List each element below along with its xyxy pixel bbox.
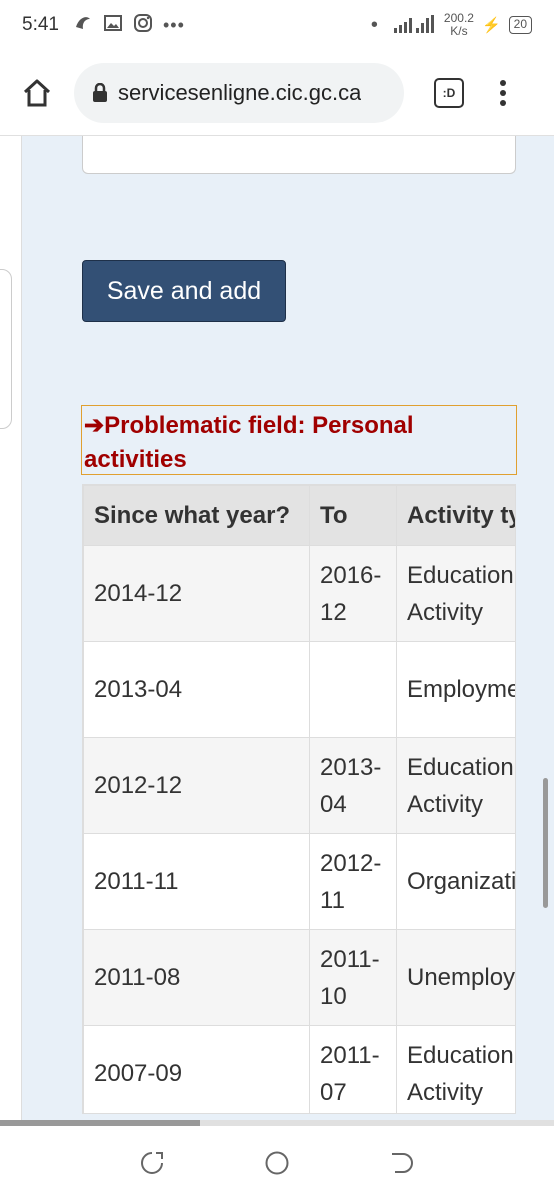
more-vert-icon[interactable] xyxy=(500,79,506,106)
notification-icons: ••• xyxy=(73,13,185,38)
table-row[interactable]: 2013-04 Employment xyxy=(83,641,515,738)
cell-activity: Education Activity xyxy=(396,545,515,642)
recents-icon xyxy=(141,1152,164,1174)
table-row[interactable]: 2014-12 2016-12 Education Activity xyxy=(83,545,515,642)
cell-activity: Unemployed xyxy=(396,929,515,1026)
nav-home-icon xyxy=(265,1151,289,1175)
status-bar: 5:41 ••• • 200.2 K/s ⚡ 20 xyxy=(0,0,554,50)
gallery-icon xyxy=(103,13,123,38)
battery-level: 20 xyxy=(508,16,532,34)
status-right: • 200.2 K/s ⚡ 20 xyxy=(371,12,532,38)
table-row[interactable]: 2011-08 2011-10 Unemployed xyxy=(83,929,515,1026)
header-since[interactable]: Since what year? xyxy=(83,485,310,546)
nav-home-button[interactable] xyxy=(262,1148,292,1178)
vertical-scrollbar[interactable] xyxy=(543,778,548,908)
cell-to xyxy=(309,641,397,738)
cell-activity: Education Activity xyxy=(396,737,515,834)
cell-since: 2013-04 xyxy=(83,641,310,738)
table-row[interactable]: 2012-12 2013-04 Education Activity xyxy=(83,737,515,834)
back-button[interactable] xyxy=(387,1148,417,1178)
cell-to: 2011-10 xyxy=(309,929,397,1026)
error-message: ➔Problematic field: Personal activities xyxy=(84,409,516,477)
activities-table-grid: Since what year? To Activity type 2014-1… xyxy=(83,485,515,1113)
dot-indicator: • xyxy=(370,13,378,36)
save-and-add-button[interactable]: Save and add xyxy=(82,260,286,322)
instagram-icon xyxy=(133,13,153,38)
cell-activity: Organization xyxy=(396,833,515,930)
cell-since: 2011-08 xyxy=(83,929,310,1026)
cell-to: 2016-12 xyxy=(309,545,397,642)
table-header-row: Since what year? To Activity type xyxy=(83,485,515,546)
messenger-icon xyxy=(73,13,93,38)
header-to[interactable]: To xyxy=(309,485,397,546)
cell-to: 2012-11 xyxy=(309,833,397,930)
table-row[interactable]: 2011-11 2012-11 Organization xyxy=(83,833,515,930)
back-icon xyxy=(391,1153,413,1173)
cell-activity: Education Activity xyxy=(396,1025,515,1113)
tab-switcher-button[interactable]: :D xyxy=(434,77,464,108)
error-text: Problematic field: Personal activities xyxy=(84,412,414,473)
status-time: 5:41 xyxy=(22,14,59,35)
home-icon xyxy=(23,79,51,106)
recents-button[interactable] xyxy=(137,1148,167,1178)
browser-toolbar: servicesenligne.cic.gc.ca :D xyxy=(0,50,554,136)
table-row[interactable]: 2007-09 2011-07 Education Activity xyxy=(83,1025,515,1113)
more-notifications-icon: ••• xyxy=(162,14,185,35)
lock-icon xyxy=(93,82,107,102)
cell-since: 2011-11 xyxy=(83,833,310,930)
cell-activity: Employment xyxy=(396,641,515,738)
address-bar[interactable]: servicesenligne.cic.gc.ca xyxy=(74,62,404,123)
cell-since: 2014-12 xyxy=(83,545,310,642)
cell-since: 2012-12 xyxy=(83,737,310,834)
network-speed: 200.2 K/s xyxy=(444,12,474,38)
system-nav-bar xyxy=(0,1126,554,1200)
web-page: Save and add ➔Problematic field: Persona… xyxy=(0,136,554,1120)
home-button[interactable] xyxy=(0,78,74,108)
url-text: servicesenligne.cic.gc.ca xyxy=(118,79,362,105)
side-drawer-handle[interactable] xyxy=(0,269,12,429)
error-summary[interactable]: ➔Problematic field: Personal activities xyxy=(81,405,517,475)
arrow-right-icon: ➔ xyxy=(84,412,105,439)
text-area-field[interactable] xyxy=(82,136,516,174)
cell-to: 2011-07 xyxy=(309,1025,397,1113)
cell-to: 2013-04 xyxy=(309,737,397,834)
speed-unit: K/s xyxy=(450,24,468,38)
header-activity[interactable]: Activity type xyxy=(396,485,515,546)
activities-table[interactable]: Since what year? To Activity type 2014-1… xyxy=(82,484,516,1114)
signal-icon xyxy=(393,14,436,37)
cell-since: 2007-09 xyxy=(83,1025,310,1113)
charging-icon: ⚡ xyxy=(481,17,501,34)
